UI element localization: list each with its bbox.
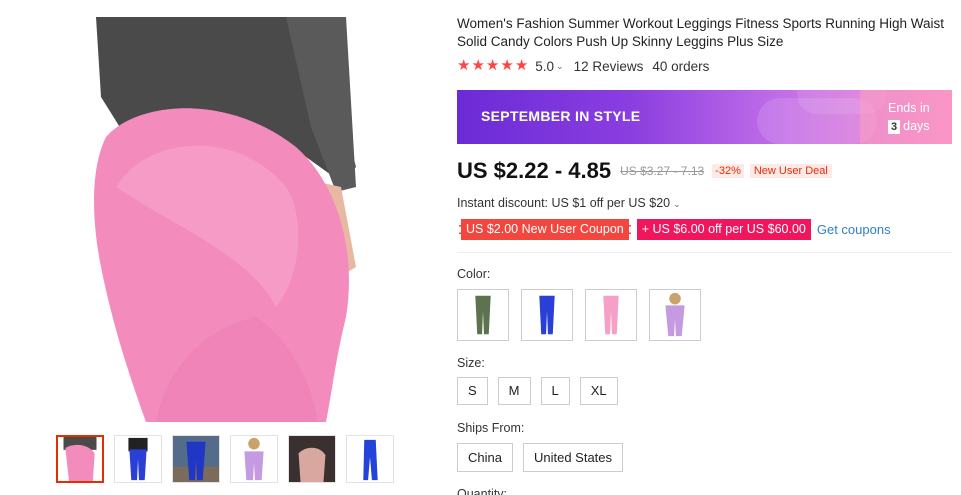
thumbnail-blue[interactable] (114, 435, 162, 483)
star-icon: ★ (514, 57, 529, 74)
orders-count: 40 orders (652, 58, 710, 74)
product-title: Women's Fashion Summer Workout Leggings … (457, 16, 945, 49)
size-option-m[interactable]: M (497, 377, 531, 405)
thumbnail-pink[interactable] (56, 435, 104, 483)
size-option-xl[interactable]: XL (579, 377, 618, 405)
discount-badge: -32% (712, 164, 744, 178)
star-icon: ★ (500, 57, 514, 74)
ends-days-number: 3 (888, 120, 901, 134)
ships-from-china[interactable]: China (457, 443, 513, 472)
chevron-down-icon[interactable]: ⌄ (556, 61, 564, 72)
rating-row: ★ ★ ★ ★ ★ 5.0 ⌄ 12 Reviews 40 orders (457, 58, 709, 74)
ships-from-label: Ships From: (457, 421, 525, 435)
ends-days-unit: days (903, 119, 930, 133)
main-product-image[interactable] (56, 17, 396, 422)
ships-from-options: China United States (457, 443, 624, 472)
ships-from-united-states[interactable]: United States (522, 443, 624, 472)
thumbnail-blue-side[interactable] (346, 435, 394, 483)
original-price: US $3.27 - 7.13 (620, 164, 705, 178)
coupon-row: US $2.00 New User Coupon + US $6.00 off … (459, 219, 891, 240)
color-options (457, 289, 701, 341)
banner-countdown: Ends in 3 days (860, 90, 952, 144)
new-user-coupon[interactable]: US $2.00 New User Coupon (459, 219, 631, 240)
size-option-l[interactable]: L (540, 377, 570, 405)
store-coupon[interactable]: + US $6.00 off per US $60.00 (636, 219, 811, 240)
thumbnail-blue-outdoor[interactable] (172, 435, 220, 483)
star-icon: ★ (471, 57, 485, 74)
thumbnail-lavender[interactable] (230, 435, 278, 483)
color-swatch-lavender[interactable] (649, 289, 701, 341)
promo-banner[interactable]: SEPTEMBER IN STYLE Ends in 3 days (457, 90, 952, 144)
size-options: S M L XL (457, 377, 618, 405)
star-icon: ★ (457, 57, 471, 74)
instant-discount-text: Instant discount: US $1 off per US $20 (457, 196, 671, 210)
star-rating: ★ ★ ★ ★ ★ (457, 58, 528, 74)
color-label: Color: (457, 267, 491, 281)
star-icon: ★ (485, 57, 500, 74)
get-coupons-link[interactable]: Get coupons (817, 222, 891, 237)
price-row: US $2.22 - 4.85 US $3.27 - 7.13 -32% New… (457, 158, 832, 184)
instant-discount[interactable]: Instant discount: US $1 off per US $20 ⌄ (457, 196, 681, 210)
divider (457, 252, 952, 253)
size-label: Size: (457, 356, 485, 370)
thumbnail-strip (56, 435, 394, 483)
size-option-s[interactable]: S (457, 377, 488, 405)
color-swatch-blue[interactable] (521, 289, 573, 341)
new-user-deal-badge: New User Deal (749, 164, 832, 178)
current-price: US $2.22 - 4.85 (457, 158, 612, 183)
quantity-label: Quantity: (457, 487, 508, 495)
color-swatch-olive[interactable] (457, 289, 509, 341)
thumbnail-dark[interactable] (288, 435, 336, 483)
reviews-link[interactable]: 12 Reviews (574, 59, 644, 74)
color-swatch-pink[interactable] (585, 289, 637, 341)
chevron-down-icon[interactable]: ⌄ (673, 199, 681, 209)
ends-in-label: Ends in (888, 101, 930, 115)
rating-score[interactable]: 5.0 (535, 59, 554, 74)
banner-title: SEPTEMBER IN STYLE (481, 108, 641, 124)
